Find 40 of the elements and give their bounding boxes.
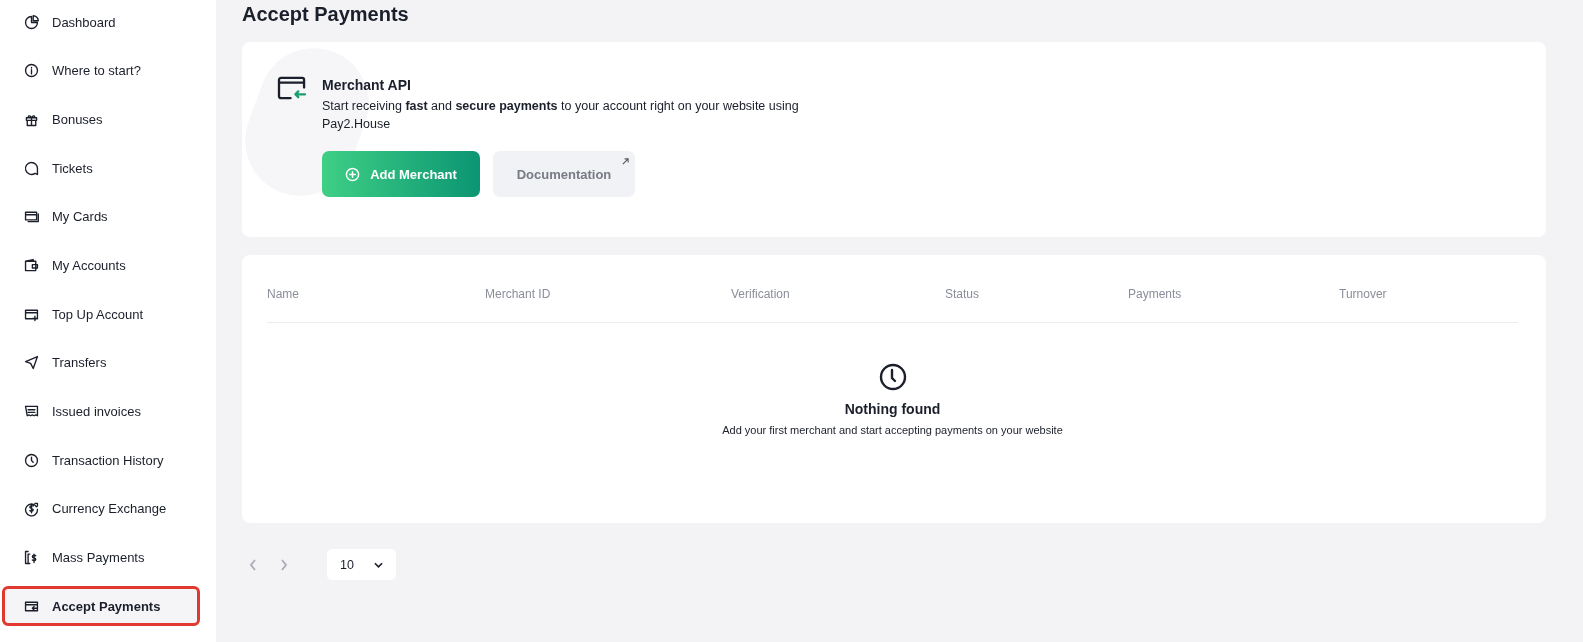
column-header: Status: [945, 287, 981, 301]
sidebar-item[interactable]: My Accounts: [2, 245, 200, 286]
column-header: Payments: [1128, 287, 1183, 301]
sidebar-item[interactable]: Where to start?: [2, 50, 200, 91]
next-page-icon[interactable]: [279, 557, 289, 572]
external-link-icon: [622, 158, 629, 165]
plus-circle-icon: [345, 166, 361, 182]
column-header: Merchant ID: [485, 287, 552, 301]
column-header: Name: [267, 287, 300, 301]
sidebar-item[interactable]: Dashboard: [2, 2, 200, 42]
sidebar-item[interactable]: Tickets: [2, 148, 200, 189]
nav-icon: [23, 159, 40, 177]
previous-page-icon[interactable]: [248, 557, 258, 572]
card-description: Start receiving fast and secure payments to your account right on your website using Pay2.House: [322, 98, 800, 133]
documentation-button[interactable]: Documentation: [493, 151, 635, 197]
sidebar-item[interactable]: Accept Payments: [2, 586, 200, 627]
sidebar-item[interactable]: Currency Exchange: [2, 488, 200, 529]
card-arrow-icon: [277, 75, 308, 102]
sidebar-item[interactable]: Issued invoices: [2, 391, 200, 432]
sidebar-item[interactable]: Top Up Account: [2, 294, 200, 335]
sidebar-item[interactable]: Transaction History: [2, 440, 200, 481]
nav-icon: [23, 62, 40, 80]
sidebar-item[interactable]: My Cards: [2, 196, 200, 237]
column-header: Verification: [731, 287, 791, 301]
nav-icon: [23, 354, 40, 372]
empty-title: Nothing found: [844, 401, 941, 417]
card-title: Merchant API: [322, 77, 412, 93]
caret-icon: [373, 561, 383, 568]
page-title: Accept Payments: [242, 3, 410, 26]
sidebar-item[interactable]: Bonuses: [2, 99, 200, 140]
nav-icon: [23, 256, 40, 274]
nav-icon: [23, 500, 40, 518]
empty-message: Add your first merchant and start accepting payments on your website: [722, 424, 1063, 436]
sidebar-item[interactable]: Transfers: [2, 342, 200, 383]
sidebar-item[interactable]: Mass Payments: [2, 537, 200, 578]
clock-icon: [878, 363, 907, 391]
column-header: Turnover: [1339, 287, 1388, 301]
nav-icon: [23, 451, 40, 469]
page-size-select[interactable]: 10: [327, 549, 396, 580]
nav-icon: [23, 13, 40, 31]
